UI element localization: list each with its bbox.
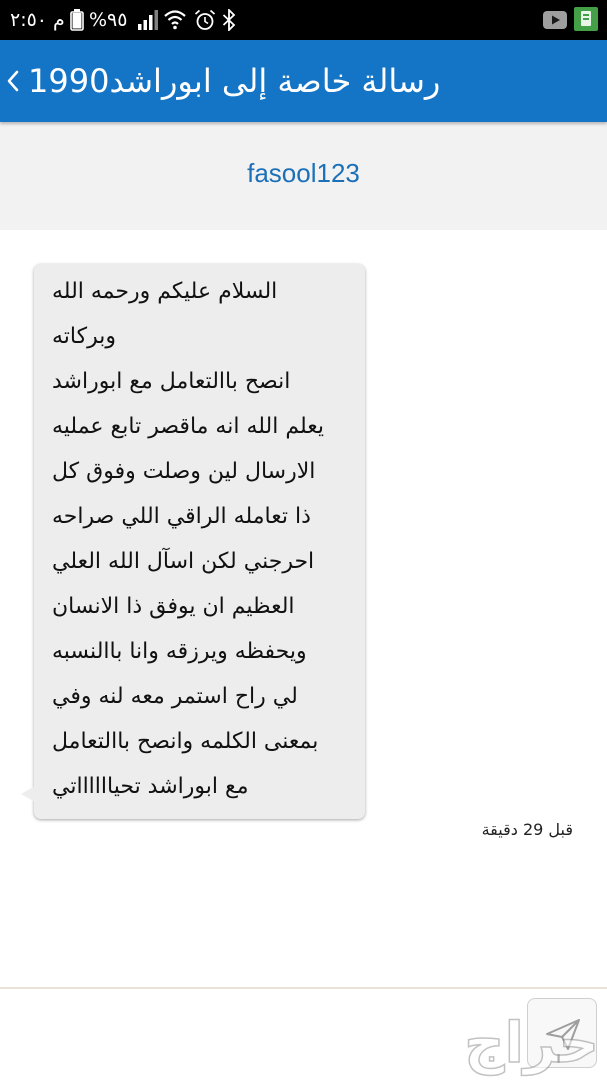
message-timestamp: قبل 29 دقيقة: [481, 820, 573, 839]
app-header: رسالة خاصة إلى ابوراشد1990: [0, 40, 607, 122]
message-line: انصح باالتعامل مع ابوراشد: [52, 369, 291, 394]
youtube-icon: [543, 11, 567, 29]
clock: ٢:٥٠ م: [10, 9, 65, 31]
alarm-icon: [194, 9, 216, 31]
message-line: ويحفظه ويرزقه وانا باالنسبه: [52, 639, 307, 664]
chevron-left-icon[interactable]: [4, 67, 24, 95]
message-line: ذا تعامله الراقي اللي صراحه: [52, 504, 311, 529]
app-notification-icon: [574, 7, 598, 31]
message-bubble: السلام عليكم ورحمه الله وبركاته انصح باا…: [21, 264, 365, 819]
battery-percent: %٩٥: [89, 9, 128, 31]
recipient-panel: fasool123: [0, 122, 607, 230]
message-line: العظيم ان يوفق ذا الانسان: [52, 594, 295, 619]
message-line: الارسال لين وصلت وفوق كل: [52, 459, 316, 484]
message-input[interactable]: [0, 990, 515, 1072]
message-line: لي راح استمر معه لنه وفي: [52, 684, 298, 709]
composer-divider: [0, 987, 607, 989]
signal-icon: [138, 10, 160, 30]
wifi-icon: [164, 10, 186, 30]
page-title: رسالة خاصة إلى ابوراشد1990: [28, 62, 441, 100]
battery-icon: [70, 9, 84, 31]
message-line: بمعنى الكلمه وانصح باالتعامل: [52, 729, 319, 754]
message-line: وبركاته: [52, 324, 116, 349]
message-line: السلام عليكم ورحمه الله: [52, 279, 278, 304]
message-line: احرجني لكن اسآل الله العلي: [52, 549, 315, 574]
recipient-username-link[interactable]: fasool123: [0, 158, 607, 188]
message-line: مع ابوراشد تحيااااااتي: [52, 774, 249, 799]
bluetooth-icon: [222, 9, 236, 31]
status-bar: ٢:٥٠ م %٩٥: [0, 0, 607, 40]
send-icon: [546, 1019, 580, 1050]
bubble-tail: [21, 786, 35, 802]
message-line: يعلم الله انه ماقصر تابع عمليه: [52, 414, 324, 439]
send-button[interactable]: [527, 998, 597, 1068]
